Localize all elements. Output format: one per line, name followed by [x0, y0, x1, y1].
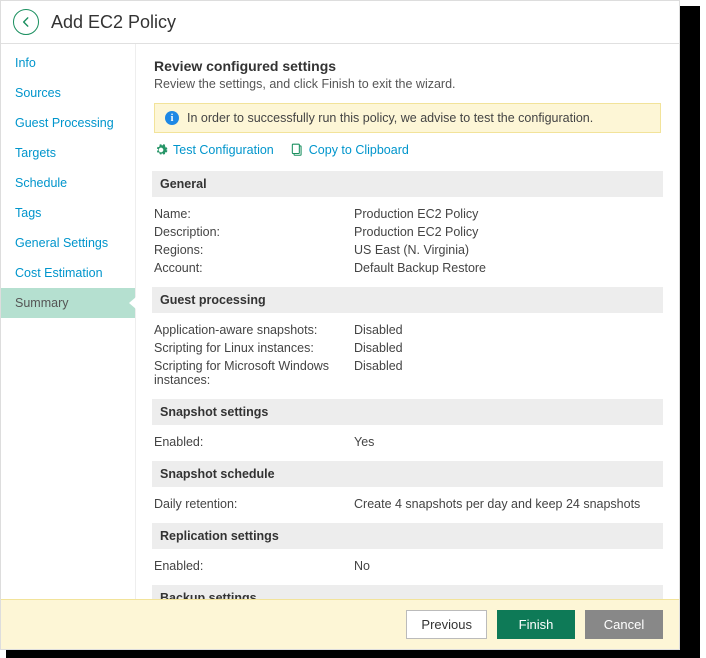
wizard-footer: Previous Finish Cancel [1, 599, 679, 649]
kv-row: Enabled:No [154, 557, 661, 575]
kv-row: Daily retention:Create 4 snapshots per d… [154, 495, 661, 513]
section-header: Snapshot settings [152, 399, 663, 425]
section-header: Replication settings [152, 523, 663, 549]
sidebar-item-general-settings[interactable]: General Settings [1, 228, 135, 258]
sidebar-item-sources[interactable]: Sources [1, 78, 135, 108]
kv-value: Disabled [354, 341, 661, 355]
arrow-left-icon [19, 15, 33, 29]
kv-row: Scripting for Linux instances:Disabled [154, 339, 661, 357]
section-header: Backup settings [152, 585, 663, 599]
kv-label: Application-aware snapshots: [154, 323, 354, 337]
back-button[interactable] [13, 9, 39, 35]
section-subheading: Review the settings, and click Finish to… [154, 77, 661, 91]
sidebar-item-cost-estimation[interactable]: Cost Estimation [1, 258, 135, 288]
kv-value: Disabled [354, 359, 661, 387]
wizard-sidebar: InfoSourcesGuest ProcessingTargetsSchedu… [1, 44, 136, 599]
section-body: Enabled:No [154, 549, 661, 585]
kv-row: Regions:US East (N. Virginia) [154, 241, 661, 259]
kv-row: Application-aware snapshots:Disabled [154, 321, 661, 339]
kv-label: Enabled: [154, 435, 354, 449]
kv-label: Scripting for Linux instances: [154, 341, 354, 355]
page-title: Add EC2 Policy [51, 12, 176, 33]
titlebar: Add EC2 Policy [1, 1, 679, 44]
sidebar-item-tags[interactable]: Tags [1, 198, 135, 228]
kv-row: Scripting for Microsoft Windows instance… [154, 357, 661, 389]
sidebar-item-targets[interactable]: Targets [1, 138, 135, 168]
kv-row: Account:Default Backup Restore [154, 259, 661, 277]
kv-value: Disabled [354, 323, 661, 337]
kv-label: Name: [154, 207, 354, 221]
kv-value: Production EC2 Policy [354, 207, 661, 221]
cancel-button[interactable]: Cancel [585, 610, 663, 639]
kv-value: US East (N. Virginia) [354, 243, 661, 257]
kv-value: Production EC2 Policy [354, 225, 661, 239]
kv-label: Account: [154, 261, 354, 275]
section-header: General [152, 171, 663, 197]
kv-value: Create 4 snapshots per day and keep 24 s… [354, 497, 661, 511]
section-body: Name:Production EC2 PolicyDescription:Pr… [154, 197, 661, 287]
section-body: Daily retention:Create 4 snapshots per d… [154, 487, 661, 523]
section-header: Guest processing [152, 287, 663, 313]
kv-label: Enabled: [154, 559, 354, 573]
kv-label: Description: [154, 225, 354, 239]
info-icon: i [165, 111, 179, 125]
kv-label: Daily retention: [154, 497, 354, 511]
gear-icon [154, 143, 168, 157]
previous-button[interactable]: Previous [406, 610, 487, 639]
sidebar-item-summary[interactable]: Summary [1, 288, 135, 318]
kv-value: Default Backup Restore [354, 261, 661, 275]
kv-label: Scripting for Microsoft Windows instance… [154, 359, 354, 387]
copy-to-clipboard-link[interactable]: Copy to Clipboard [290, 143, 409, 157]
kv-row: Name:Production EC2 Policy [154, 205, 661, 223]
main-panel: Review configured settings Review the se… [136, 44, 679, 599]
section-body: Application-aware snapshots:DisabledScri… [154, 313, 661, 399]
kv-row: Description:Production EC2 Policy [154, 223, 661, 241]
advice-alert: i In order to successfully run this poli… [154, 103, 661, 133]
kv-value: Yes [354, 435, 661, 449]
kv-label: Regions: [154, 243, 354, 257]
sidebar-item-guest-processing[interactable]: Guest Processing [1, 108, 135, 138]
test-configuration-link[interactable]: Test Configuration [154, 143, 274, 157]
alert-text: In order to successfully run this policy… [187, 111, 593, 125]
wizard-window: Add EC2 Policy InfoSourcesGuest Processi… [0, 0, 680, 650]
copy-to-clipboard-label: Copy to Clipboard [309, 143, 409, 157]
section-body: Enabled:Yes [154, 425, 661, 461]
finish-button[interactable]: Finish [497, 610, 575, 639]
clipboard-icon [290, 143, 304, 157]
kv-value: No [354, 559, 661, 573]
test-configuration-label: Test Configuration [173, 143, 274, 157]
section-header: Snapshot schedule [152, 461, 663, 487]
sidebar-item-info[interactable]: Info [1, 48, 135, 78]
action-toolbar: Test Configuration Copy to Clipboard [154, 143, 661, 157]
sidebar-item-schedule[interactable]: Schedule [1, 168, 135, 198]
section-heading: Review configured settings [154, 58, 661, 74]
kv-row: Enabled:Yes [154, 433, 661, 451]
